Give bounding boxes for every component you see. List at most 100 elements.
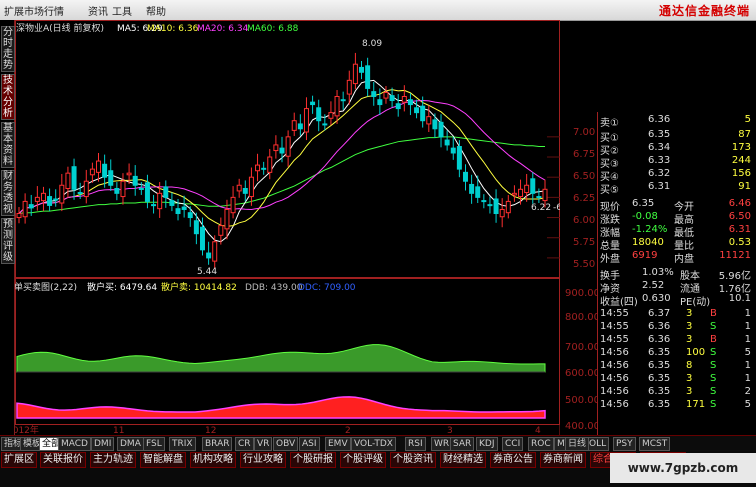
indicator-tab[interactable]: VOL-TDX [351,437,396,451]
tick-count: 1 [744,373,751,384]
menu-extended-market[interactable]: 扩展市场行情 [4,3,64,18]
indicator-tab[interactable]: SAR [450,437,475,451]
indicator-tab[interactable]: EMV [325,437,351,451]
price-axis-700: 7.00 [573,127,596,138]
tick-volume: 3 [686,373,693,384]
candle-body [542,188,548,202]
sell-volume: 5 [744,114,751,125]
sell-price: 6.36 [648,114,671,125]
bottom-tab[interactable]: 券商公告 [490,452,536,468]
tick-row[interactable]: 14:56 6.35 3 S 1 [598,373,756,386]
candle-body [346,79,352,95]
bottom-tab[interactable]: 主力轨迹 [90,452,136,468]
stat-row[interactable]: 总量 18040 量比 0.53 [598,237,756,252]
buy-row[interactable]: 买① 6.35 87 [598,129,756,144]
indicator-tab[interactable]: DMA [117,437,144,451]
period-selector[interactable]: 日线 [565,437,590,451]
menu-help[interactable]: 帮助 [146,3,166,18]
stat2-value: 1.03% [642,267,674,278]
candle-body [420,105,426,122]
bottom-tab[interactable]: 扩展区 [1,452,37,468]
indicator-tab[interactable]: PSY [613,437,636,451]
menu-news[interactable]: 资讯 [88,3,108,18]
tick-row[interactable]: 14:56 6.35 8 S 1 [598,360,756,373]
indicator-tab[interactable]: KDJ [476,437,498,451]
menu-tools[interactable]: 工具 [112,3,132,18]
indicator-tab[interactable]: FSL [143,437,165,451]
indicator-tab[interactable]: VR [254,437,273,451]
ddb-label: DDB: 439.00 [245,283,303,293]
bottom-tab[interactable]: 个股研报 [290,452,336,468]
bottom-tab[interactable]: 个股资讯 [390,452,436,468]
buy-row[interactable]: 买④ 6.32 156 [598,168,756,183]
tab-intraday[interactable]: 分时走势 [1,26,15,72]
indicator-tab[interactable]: RSI [405,437,426,451]
tick-row[interactable]: 14:56 6.35 100 S 5 [598,347,756,360]
indicator-tab[interactable]: ASI [299,437,320,451]
tick-price: 6.35 [648,347,671,358]
tick-row[interactable]: 14:56 6.35 171 S 5 [598,399,756,412]
indicator-tab[interactable]: MACD [58,437,91,451]
tick-row[interactable]: 14:55 6.37 3 B 1 [598,308,756,321]
stat-row[interactable]: 涨跌 -0.08 最高 6.50 [598,211,756,226]
buy-row[interactable]: 买③ 6.33 244 [598,155,756,170]
bottom-tab[interactable]: 智能解盘 [140,452,186,468]
tick-volume: 171 [686,399,706,410]
indicator-tab[interactable]: CCI [502,437,524,451]
tick-row[interactable]: 14:55 6.36 3 S 1 [598,321,756,334]
price-axis-575: 5.75 [573,237,596,248]
indicator-tab[interactable]: ROC [528,437,554,451]
stat-value-2: 6.46 [728,198,751,209]
buy-row[interactable]: 买② 6.34 173 [598,142,756,157]
tick-price: 6.36 [648,334,671,345]
indicator-tab[interactable]: DMI [91,437,115,451]
candle-body [524,184,530,194]
tick-direction: S [710,321,717,332]
bottom-tab[interactable]: 机构攻略 [190,452,236,468]
indicator-tab[interactable]: BRAR [202,437,233,451]
tab-basic-info[interactable]: 基本资料 [1,122,15,168]
retail-sell-label: 散户卖: 10414.82 [161,281,237,293]
tick-row[interactable]: 14:56 6.35 3 S 2 [598,386,756,399]
tab-technical[interactable]: 技术分析 [1,74,15,120]
tick-direction: S [710,399,717,410]
stat-row[interactable]: 外盘 6919 内盘 11121 [598,250,756,265]
candle-body [193,220,199,235]
stat-value: 18040 [632,237,664,248]
indicator-tab[interactable]: OBV [273,437,299,451]
indicator-tab[interactable]: CR [235,437,254,451]
stat2-label-2: PE(动) [680,297,711,308]
bottom-tab[interactable]: 个股评级 [340,452,386,468]
candle-body [242,187,248,194]
tab-financial[interactable]: 财务透视 [1,170,15,216]
stat-value-2: 0.53 [728,237,751,248]
stat-row[interactable]: 现价 6.35 今开 6.46 [598,198,756,213]
price-axis-625: 6.25 [573,193,596,204]
buy-row[interactable]: 买⑤ 6.31 91 [598,181,756,196]
bottom-tab[interactable]: 券商新闻 [540,452,586,468]
candle-body [144,182,150,202]
sell-row[interactable]: 卖① 6.36 5 [598,114,756,129]
stat2-row[interactable]: 换手 1.03% 股本 5.96亿 [598,267,756,282]
stat2-row[interactable]: 净资 2.52 流通 1.76亿 [598,280,756,295]
candle-body [505,200,511,214]
indicator-tab[interactable]: WR [431,437,453,451]
indicator-tab[interactable]: MCST [639,437,671,451]
candle-body [224,208,230,230]
candle-body [285,136,291,157]
tick-time: 14:55 [600,308,629,319]
ma20-label: MA20: 6.34 [197,24,249,34]
stat-row[interactable]: 涨幅 -1.24% 最低 6.31 [598,224,756,239]
price-axis-600: 6.00 [573,215,596,226]
candle-body [175,208,181,215]
tick-row[interactable]: 14:55 6.36 3 B 1 [598,334,756,347]
bottom-tab[interactable]: 财经精选 [440,452,486,468]
candle-body [469,183,475,194]
bottom-tab[interactable]: 行业攻略 [240,452,286,468]
tab-rating[interactable]: 预测评级 [1,218,15,264]
kline-chart[interactable]: 深物业A(日线 前复权) MA5: 6.29 MA10: 6.36 MA20: … [15,20,560,435]
indicator-tab[interactable]: TRIX [169,437,196,451]
bottom-tab[interactable]: 关联报价 [40,452,86,468]
candle-body [432,119,438,130]
stat2-row[interactable]: 收益(四) 0.630 PE(动) 10.1 [598,293,756,308]
